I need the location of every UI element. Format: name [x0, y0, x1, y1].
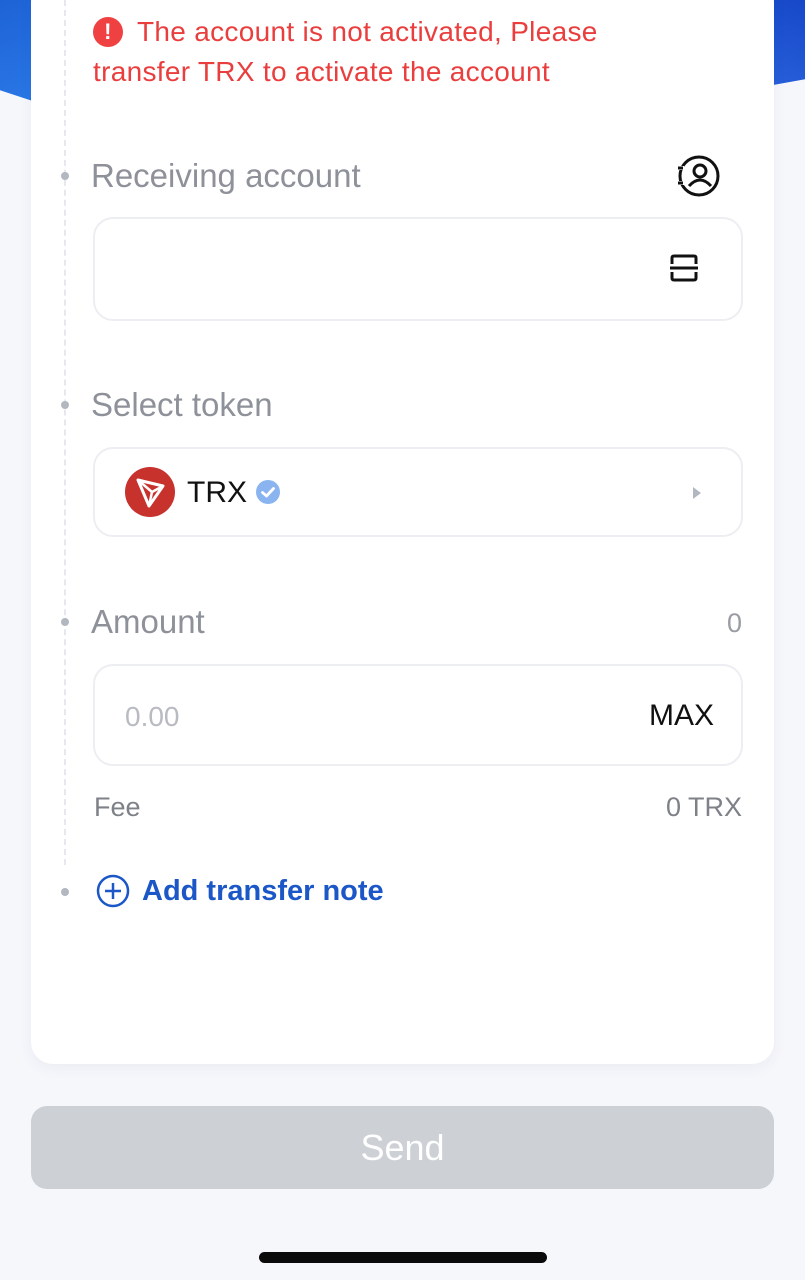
token-selector[interactable]: TRX: [93, 447, 743, 537]
amount-placeholder: 0.00: [125, 701, 180, 732]
add-transfer-note-button[interactable]: Add transfer note: [96, 874, 384, 908]
select-token-label: Select token: [91, 386, 273, 423]
fee-value: 0 TRX: [665, 792, 742, 822]
max-button[interactable]: MAX: [649, 699, 714, 733]
chevron-right-icon: [693, 487, 701, 499]
token-name: TRX: [187, 476, 247, 509]
amount-balance: 0: [726, 608, 742, 638]
account-warning: ! The account is not activated, Please tr…: [93, 12, 693, 92]
receiving-account-input[interactable]: [93, 217, 743, 321]
amount-label: Amount: [91, 603, 205, 640]
exclamation-icon: !: [93, 17, 123, 47]
verified-badge-icon: [256, 480, 280, 504]
fee-label: Fee: [94, 792, 141, 822]
contact-book-icon[interactable]: [677, 154, 721, 198]
step-timeline: [64, 0, 66, 865]
step-dot: [61, 888, 69, 896]
step-dot: [61, 172, 69, 180]
receiving-account-label: Receiving account: [91, 157, 361, 194]
plus-circle-icon: [96, 874, 130, 908]
scan-icon[interactable]: [669, 253, 699, 283]
step-dot: [61, 401, 69, 409]
tron-logo-icon: [125, 467, 175, 517]
step-dot: [61, 618, 69, 626]
amount-input[interactable]: 0.00 MAX: [93, 664, 743, 766]
warning-text: The account is not activated, Please tra…: [93, 16, 598, 87]
send-button[interactable]: Send: [31, 1106, 774, 1189]
add-transfer-note-label: Add transfer note: [142, 874, 384, 907]
home-indicator: [259, 1252, 547, 1263]
